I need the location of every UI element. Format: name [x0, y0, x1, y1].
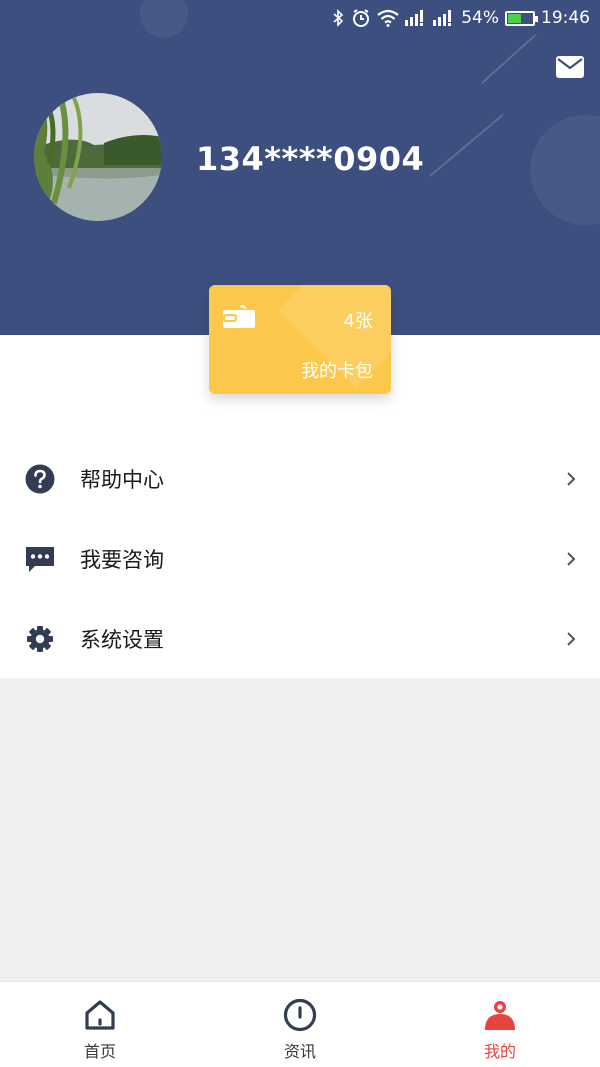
chevron-right-icon	[566, 551, 576, 567]
menu-item-consult[interactable]: 我要咨询	[0, 519, 600, 599]
menu-item-settings[interactable]: 系统设置	[0, 599, 600, 679]
home-icon	[83, 998, 117, 1032]
wifi-icon	[377, 9, 399, 27]
user-icon	[483, 998, 517, 1032]
help-icon	[25, 464, 55, 494]
gear-icon	[25, 624, 55, 654]
bottom-nav: 首页 资讯 我的	[0, 981, 600, 1067]
signal-icon	[433, 10, 455, 26]
status-bar: 54% 19:46	[0, 0, 600, 36]
chevron-right-icon	[566, 471, 576, 487]
card-wallet[interactable]: 4张 我的卡包	[209, 285, 391, 394]
wallet-icon	[223, 304, 255, 329]
avatar[interactable]	[34, 93, 162, 221]
mail-icon[interactable]	[556, 56, 584, 80]
nav-label: 首页	[83, 1042, 116, 1061]
menu-label: 帮助中心	[80, 468, 164, 492]
menu-label: 我要咨询	[80, 548, 164, 572]
user-phone: 134****0904	[196, 140, 425, 178]
decor-line	[429, 114, 504, 177]
signal-icon	[405, 10, 427, 26]
nav-news[interactable]: 资讯	[200, 982, 400, 1067]
menu-label: 系统设置	[80, 628, 164, 652]
nav-home[interactable]: 首页	[0, 982, 200, 1067]
battery-icon	[505, 10, 538, 26]
decor-line	[481, 34, 537, 84]
card-count: 4张	[343, 311, 373, 332]
nav-mine[interactable]: 我的	[400, 982, 600, 1067]
menu-item-help[interactable]: 帮助中心	[0, 439, 600, 519]
decor-circle	[530, 115, 600, 225]
bluetooth-icon	[331, 9, 345, 27]
chevron-right-icon	[566, 631, 576, 647]
status-time: 19:46	[541, 8, 590, 28]
nav-label: 资讯	[283, 1042, 316, 1061]
battery-level	[508, 13, 521, 23]
card-title: 我的卡包	[301, 361, 373, 382]
nav-label: 我的	[483, 1042, 516, 1061]
battery-percent: 54%	[461, 8, 499, 28]
info-icon	[283, 998, 317, 1032]
alarm-icon	[351, 8, 371, 28]
chat-icon	[25, 544, 55, 574]
